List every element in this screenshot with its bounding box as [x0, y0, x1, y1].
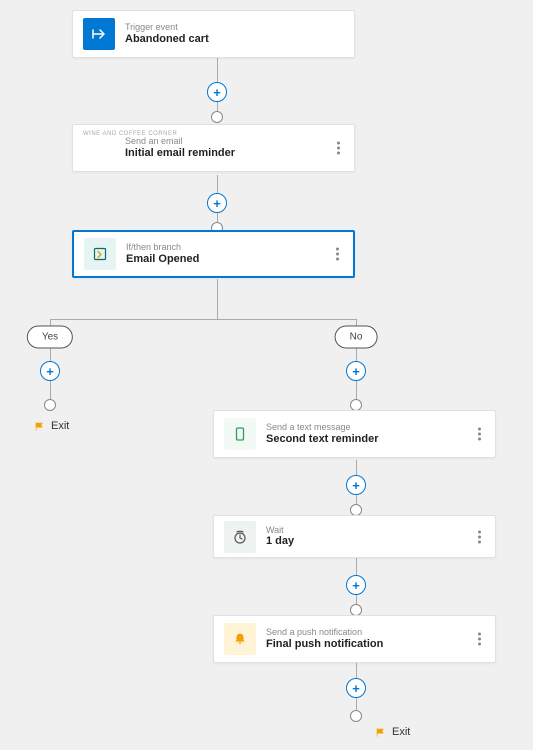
add-step-button[interactable]: +	[346, 575, 366, 595]
step-type: Send an email	[125, 136, 235, 147]
step-name: Abandoned cart	[125, 33, 209, 46]
segment-badge: WINE AND COFFEE CORNER	[83, 131, 177, 137]
exit-indicator: Exit	[375, 726, 410, 738]
trigger-icon	[83, 18, 115, 50]
step-type: Send a push notification	[266, 627, 383, 638]
sms-icon	[224, 418, 256, 450]
card-menu-button[interactable]	[474, 629, 485, 650]
step-type: Wait	[266, 525, 294, 536]
add-step-button[interactable]: +	[346, 361, 366, 381]
flag-icon	[34, 421, 45, 432]
connector	[50, 319, 356, 320]
connector-outlet	[44, 399, 56, 411]
add-step-button[interactable]: +	[346, 678, 366, 698]
branch-label: No	[350, 332, 363, 343]
step-type: Trigger event	[125, 22, 209, 33]
push-card[interactable]: Send a push notification Final push noti…	[213, 615, 496, 663]
card-menu-button[interactable]	[474, 526, 485, 547]
email-card[interactable]: WINE AND COFFEE CORNER Send an email Ini…	[72, 124, 355, 172]
branch-icon	[84, 238, 116, 270]
wait-card[interactable]: Wait 1 day	[213, 515, 496, 558]
card-menu-button[interactable]	[332, 244, 343, 265]
branch-pill-yes[interactable]: Yes	[27, 326, 73, 349]
step-type: Send a text message	[266, 422, 378, 433]
branch-label: Yes	[42, 332, 58, 343]
exit-label: Exit	[392, 726, 410, 738]
trigger-card[interactable]: Trigger event Abandoned cart	[72, 10, 355, 58]
add-step-button[interactable]: +	[40, 361, 60, 381]
step-name: 1 day	[266, 535, 294, 548]
step-name: Initial email reminder	[125, 147, 235, 160]
exit-indicator: Exit	[34, 420, 69, 432]
add-step-button[interactable]: +	[207, 193, 227, 213]
step-type: If/then branch	[126, 242, 199, 253]
card-menu-button[interactable]	[474, 424, 485, 445]
sms-card[interactable]: Send a text message Second text reminder	[213, 410, 496, 458]
connector-outlet	[350, 710, 362, 722]
push-icon	[224, 623, 256, 655]
journey-canvas: + + + + + + + Yes No Trigger event Aband…	[0, 0, 533, 750]
card-menu-button[interactable]	[333, 138, 344, 159]
branch-card[interactable]: If/then branch Email Opened	[72, 230, 355, 278]
wait-icon	[224, 521, 256, 553]
exit-label: Exit	[51, 420, 69, 432]
step-name: Email Opened	[126, 253, 199, 266]
add-step-button[interactable]: +	[207, 82, 227, 102]
add-step-button[interactable]: +	[346, 475, 366, 495]
branch-pill-no[interactable]: No	[335, 326, 378, 349]
step-name: Final push notification	[266, 638, 383, 651]
connector-outlet	[211, 111, 223, 123]
step-name: Second text reminder	[266, 433, 378, 446]
connector	[217, 279, 218, 319]
flag-icon	[375, 727, 386, 738]
